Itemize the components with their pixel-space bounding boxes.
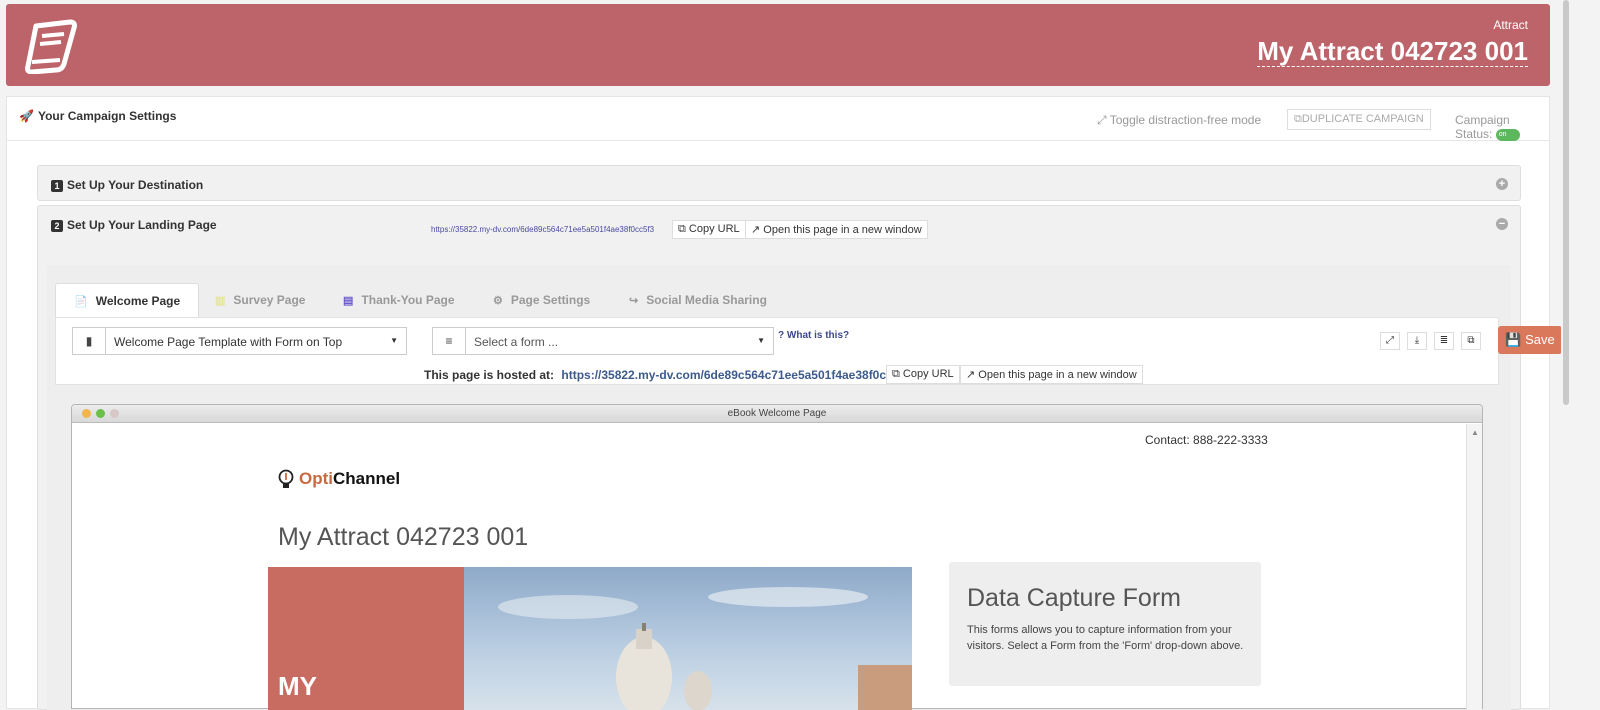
duplicate-label: DUPLICATE CAMPAIGN <box>1301 113 1424 125</box>
status-switch[interactable]: on <box>1495 128 1520 141</box>
hosted-url-link[interactable]: https://35822.my-dv.com/6de89c564c71ee5a… <box>561 368 910 382</box>
save-label: Save <box>1525 332 1555 347</box>
share-icon: ↪ <box>629 295 639 307</box>
open-new-window-button-2[interactable]: ↗ Open this page in a new window <box>960 365 1143 384</box>
step-number: 2 <box>51 220 63 232</box>
template-select[interactable]: Welcome Page Template with Form on Top ▼ <box>105 327 407 355</box>
scroll-up-icon: ▲ <box>1471 428 1479 437</box>
contact-text: Contact: 888-222-3333 <box>1145 433 1268 447</box>
survey-icon: ▥ <box>215 295 226 307</box>
logo-text-opti: Opti <box>299 469 333 489</box>
tab-thank-you-page[interactable]: ▤ Thank-You Page <box>343 283 455 317</box>
download-icon[interactable]: ⤓ <box>1407 332 1427 350</box>
window-minimize-dot <box>82 409 91 418</box>
what-is-this-link[interactable]: ? What is this? <box>778 330 849 341</box>
tab-label: Thank-You Page <box>361 293 455 307</box>
settings-title: 🚀 Your Campaign Settings <box>19 109 176 123</box>
copy-icon: ⧉ <box>678 223 686 235</box>
expand-plus-icon[interactable]: + <box>1496 178 1508 190</box>
copy-url-button-2[interactable]: ⧉ Copy URL <box>886 365 960 384</box>
form-select[interactable]: Select a form ... ▼ <box>465 327 774 355</box>
landing-url[interactable]: https://35822.my-dv.com/6de89c564c71ee5a… <box>431 225 654 234</box>
settings-title-text: Your Campaign Settings <box>37 109 177 123</box>
hero-image: MY <box>268 567 912 710</box>
page-scrollbar-thumb[interactable] <box>1563 0 1569 405</box>
step-number: 1 <box>51 180 63 192</box>
save-button[interactable]: 💾 Save <box>1498 326 1562 354</box>
form-description: This forms allows you to capture informa… <box>967 624 1244 652</box>
step-title: Set Up Your Destination <box>67 178 204 192</box>
hosted-label: This page is hosted at: <box>424 368 555 382</box>
header-breadcrumb: Attract <box>1493 18 1528 32</box>
step-landing-label[interactable]: 2 Set Up Your Landing Page <box>51 218 217 232</box>
database-icon[interactable]: ≣ <box>1434 332 1454 350</box>
copy-url-label: Copy URL <box>688 223 740 235</box>
caret-down-icon: ▼ <box>390 336 398 345</box>
external-link-icon: ↗ <box>966 369 976 381</box>
toggle-distraction-free[interactable]: ⤢ Toggle distraction-free mode <box>1097 113 1261 128</box>
toggle-label: Toggle distraction-free mode <box>1109 113 1262 127</box>
tab-welcome-page[interactable]: 📄 Welcome Page <box>55 283 200 317</box>
page-preview-window: eBook Welcome Page Contact: 888-222-3333… <box>71 404 1483 710</box>
tab-label: Survey Page <box>233 293 306 307</box>
step-destination-label: 1 Set Up Your Destination <box>51 178 203 192</box>
collapse-minus-icon[interactable]: − <box>1496 218 1508 230</box>
template-value: Welcome Page Template with Form on Top <box>114 335 343 349</box>
campaign-title[interactable]: My Attract 042723 001 <box>1257 36 1528 67</box>
bulb-logo-icon <box>278 469 294 488</box>
template-file-icon: ▮ <box>72 327 106 355</box>
fullscreen-icon[interactable]: ⤢ <box>1380 332 1400 350</box>
open-new-window-button[interactable]: ↗ Open this page in a new window <box>745 220 928 239</box>
form-list-icon: ≡ <box>432 327 466 355</box>
data-capture-form-box: Data Capture Form This forms allows you … <box>949 562 1261 686</box>
what-label: What is this? <box>786 330 850 341</box>
book-icon <box>25 19 77 74</box>
copy-url-label: Copy URL <box>902 368 954 380</box>
tab-page-settings[interactable]: ⚙ Page Settings <box>493 283 590 317</box>
hosted-info: This page is hosted at: https://35822.my… <box>424 368 910 382</box>
tab-survey-page[interactable]: ▥ Survey Page <box>215 283 305 317</box>
opti-channel-logo: OptiChannel <box>277 469 400 497</box>
help-icon: ? <box>778 330 785 341</box>
copy-icon: ⧉ <box>1294 113 1302 125</box>
preview-page-title: My Attract 042723 001 <box>278 523 529 551</box>
campaign-status: Campaign Status: on <box>1455 113 1549 141</box>
open-label: Open this page in a new window <box>763 224 922 236</box>
preview-window-title: eBook Welcome Page <box>727 408 827 419</box>
form-title: Data Capture Form <box>967 584 1181 612</box>
window-maximize-dot <box>96 409 105 418</box>
app-header: Attract My Attract 042723 001 <box>6 4 1550 86</box>
duplicate-campaign-button[interactable]: ⧉DUPLICATE CAMPAIGN <box>1287 109 1431 130</box>
file-icon: ▤ <box>343 295 354 307</box>
gears-icon: ⚙ <box>493 295 503 307</box>
step-title: Set Up Your Landing Page <box>67 218 217 232</box>
window-close-dot <box>110 409 119 418</box>
caret-down-icon: ▼ <box>757 336 765 345</box>
tab-label: Page Settings <box>510 293 591 307</box>
form-placeholder: Select a form ... <box>474 335 559 349</box>
logo-text-channel: Channel <box>333 469 401 489</box>
external-link-icon: ↗ <box>751 224 761 236</box>
hero-text: MY <box>278 671 317 701</box>
rocket-icon: 🚀 <box>19 109 34 123</box>
preview-scrollbar[interactable]: ▲ <box>1466 424 1482 710</box>
tab-social-media-sharing[interactable]: ↪ Social Media Sharing <box>629 283 767 317</box>
preview-title-bar: eBook Welcome Page <box>72 405 1482 423</box>
document-icon: 📄 <box>74 296 88 308</box>
copy-icon: ⧉ <box>892 368 900 380</box>
open-label: Open this page in a new window <box>978 369 1137 381</box>
settings-bar: 🚀 Your Campaign Settings ⤢ Toggle distrac… <box>7 97 1549 141</box>
step-destination[interactable]: 1 Set Up Your Destination + <box>37 165 1521 201</box>
tab-label: Welcome Page <box>95 294 181 308</box>
expand-icon: ⤢ <box>1097 113 1107 127</box>
clone-icon[interactable]: ⧉ <box>1461 332 1481 350</box>
copy-url-button[interactable]: ⧉ Copy URL <box>672 220 746 239</box>
floppy-icon: 💾 <box>1505 332 1522 347</box>
page-toolbar: ▮ Welcome Page Template with Form on Top… <box>55 317 1499 385</box>
tab-label: Social Media Sharing <box>646 293 767 307</box>
